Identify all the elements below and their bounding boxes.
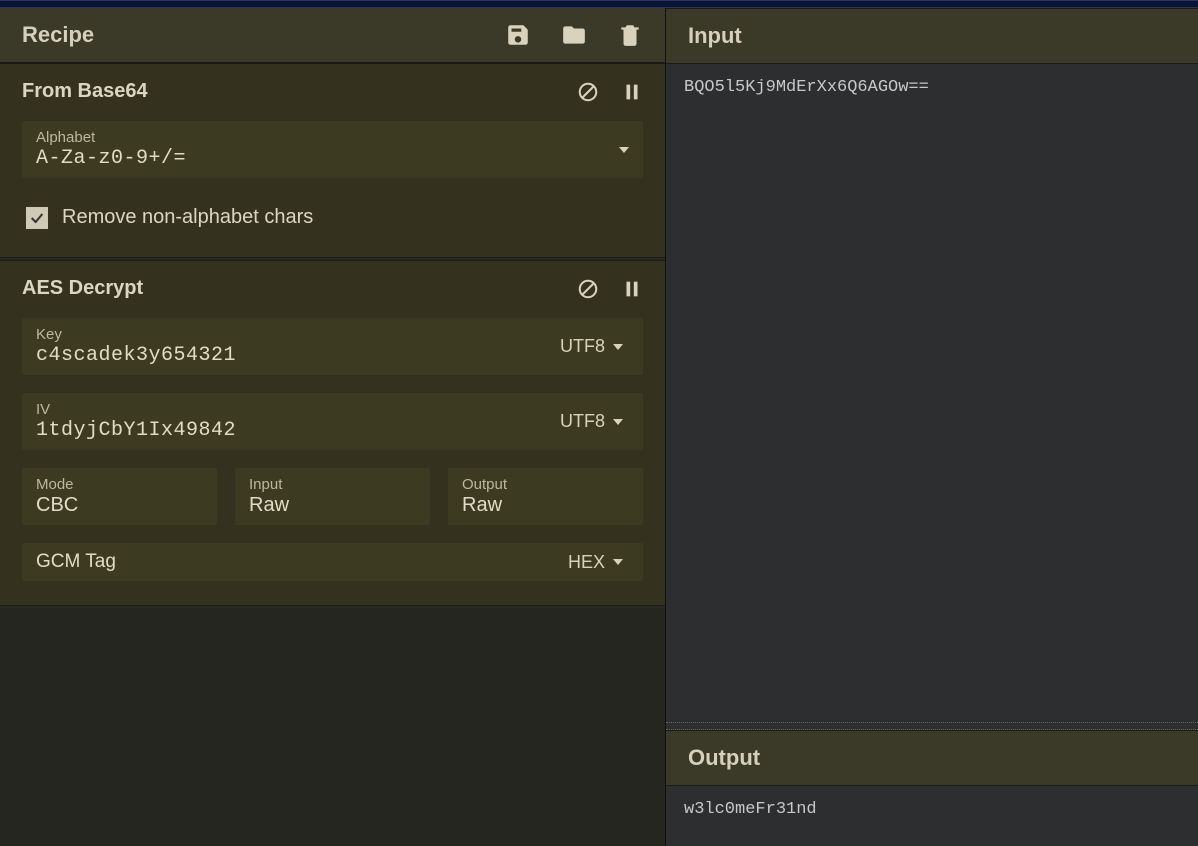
operation-aes-decrypt[interactable]: AES Decrypt Key c4scadek3y654321 UTF8 — [0, 260, 665, 606]
key-value[interactable]: c4scadek3y654321 — [36, 344, 236, 367]
operation-title: From Base64 — [22, 80, 148, 103]
input-header: Input — [666, 8, 1198, 64]
alphabet-label: Alphabet — [36, 129, 186, 146]
alphabet-field[interactable]: Alphabet A-Za-z0-9+/= — [22, 121, 643, 178]
pause-icon[interactable] — [621, 278, 643, 300]
dropdown-caret-icon[interactable] — [619, 147, 629, 153]
input-textarea[interactable]: BQO5l5Kj9MdErXx6Q6AGOw== — [666, 64, 1198, 722]
remove-non-alpha-row[interactable]: Remove non-alphabet chars — [22, 196, 643, 233]
mode-value[interactable]: CBC — [36, 494, 203, 517]
operation-body: Key c4scadek3y654321 UTF8 IV 1tdyjCbY1Ix… — [0, 310, 665, 581]
operation-body: Alphabet A-Za-z0-9+/= Remove non-alphabe… — [0, 113, 665, 233]
output-title: Output — [688, 745, 1176, 771]
recipe-drop-area[interactable] — [0, 608, 665, 846]
mode-label: Mode — [36, 476, 203, 493]
input-title: Input — [688, 23, 1176, 49]
input-type-label: Input — [249, 476, 416, 493]
folder-icon[interactable] — [561, 22, 587, 48]
window-titlebar — [0, 0, 1198, 8]
key-label: Key — [36, 326, 236, 343]
recipe-panel: Recipe From Base64 Alphabet A- — [0, 8, 666, 846]
recipe-header: Recipe — [0, 8, 665, 63]
input-type-value[interactable]: Raw — [249, 494, 416, 517]
output-header: Output — [666, 730, 1198, 786]
iv-label: IV — [36, 401, 236, 418]
gcm-tag-field[interactable]: GCM Tag HEX — [22, 543, 643, 581]
iv-format-value: UTF8 — [560, 411, 605, 432]
dropdown-caret-icon — [613, 344, 623, 350]
operation-header: AES Decrypt — [0, 261, 665, 310]
io-splitter[interactable] — [666, 722, 1198, 730]
iv-field[interactable]: IV 1tdyjCbY1Ix49842 UTF8 — [22, 393, 643, 450]
gcm-tag-format-selector[interactable]: HEX — [562, 552, 629, 573]
dropdown-caret-icon — [613, 419, 623, 425]
output-type-field[interactable]: Output Raw — [448, 468, 643, 525]
operation-header: From Base64 — [0, 64, 665, 113]
input-type-field[interactable]: Input Raw — [235, 468, 430, 525]
key-field[interactable]: Key c4scadek3y654321 UTF8 — [22, 318, 643, 375]
io-panel-group: Input BQO5l5Kj9MdErXx6Q6AGOw== Output w3… — [666, 8, 1198, 846]
dropdown-caret-icon — [613, 559, 623, 565]
alphabet-value[interactable]: A-Za-z0-9+/= — [36, 147, 186, 170]
iv-value[interactable]: 1tdyjCbY1Ix49842 — [36, 419, 236, 442]
iv-format-selector[interactable]: UTF8 — [554, 411, 629, 432]
gcm-tag-label: GCM Tag — [36, 551, 116, 573]
remove-non-alpha-label: Remove non-alphabet chars — [62, 206, 313, 229]
output-type-value[interactable]: Raw — [462, 494, 629, 517]
recipe-header-icons — [505, 22, 643, 48]
trash-icon[interactable] — [617, 22, 643, 48]
input-panel: Input BQO5l5Kj9MdErXx6Q6AGOw== — [666, 8, 1198, 722]
mode-input-output-row: Mode CBC Input Raw Output Raw — [22, 468, 643, 525]
operation-from-base64[interactable]: From Base64 Alphabet A-Za-z0-9+/= — [0, 63, 665, 258]
disable-icon[interactable] — [577, 81, 599, 103]
output-panel: Output w3lc0meFr31nd — [666, 730, 1198, 846]
recipe-title: Recipe — [22, 22, 94, 48]
save-icon[interactable] — [505, 22, 531, 48]
disable-icon[interactable] — [577, 278, 599, 300]
pause-icon[interactable] — [621, 81, 643, 103]
gcm-tag-format-value: HEX — [568, 552, 605, 573]
key-format-selector[interactable]: UTF8 — [554, 336, 629, 357]
main-layout: Recipe From Base64 Alphabet A- — [0, 8, 1198, 846]
mode-field[interactable]: Mode CBC — [22, 468, 217, 525]
operation-title: AES Decrypt — [22, 277, 143, 300]
output-type-label: Output — [462, 476, 629, 493]
output-textarea[interactable]: w3lc0meFr31nd — [666, 786, 1198, 846]
remove-non-alpha-checkbox[interactable] — [26, 207, 48, 229]
key-format-value: UTF8 — [560, 336, 605, 357]
